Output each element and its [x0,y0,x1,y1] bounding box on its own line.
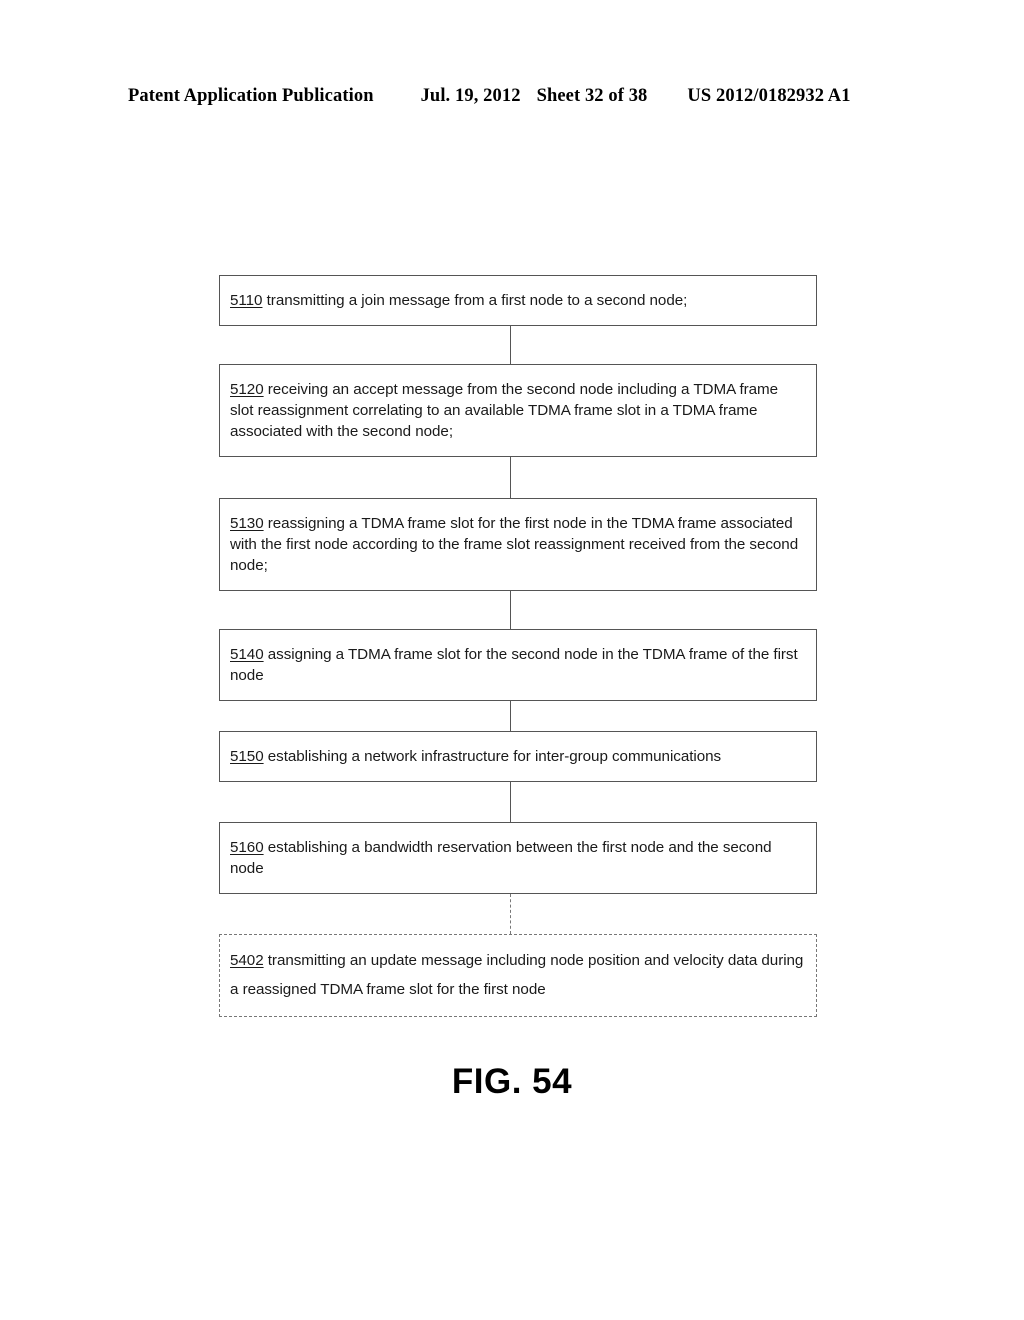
header-sheet-number: Sheet 32 of 38 [536,86,648,106]
flowchart-step-5150: 5150 establishing a network infrastructu… [219,731,817,782]
header-publication-label: Patent Application Publication [128,86,374,106]
step-reference-numeral-5120: 5120 [230,381,264,398]
step-text-5120: receiving an accept message from the sec… [230,381,779,440]
step-reference-numeral-5130: 5130 [230,515,264,532]
step-reference-numeral-5140: 5140 [230,646,264,663]
step-reference-numeral-5150: 5150 [230,748,264,765]
step-text-5150: establishing a network infrastructure fo… [263,748,722,765]
step-reference-numeral-5160: 5160 [230,839,264,856]
flowchart-fig-54: 5110 transmitting a join message from a … [219,275,817,1017]
flowchart-step-5402-optional: 5402 transmitting an update message incl… [219,934,817,1017]
flowchart-step-5130: 5130 reassigning a TDMA frame slot for t… [219,498,817,591]
page-header: Patent Application Publication Jul. 19, … [128,86,918,112]
step-text-5140: assigning a TDMA frame slot for the seco… [230,646,798,684]
step-text-5402: transmitting an update message including… [230,952,804,998]
flowchart-step-5160: 5160 establishing a bandwidth reservatio… [219,822,817,894]
flowchart-step-5140: 5140 assigning a TDMA frame slot for the… [219,629,817,701]
connector-5130-to-5140 [219,591,817,629]
flowchart-step-5120: 5120 receiving an accept message from th… [219,364,817,457]
header-publication-date: Jul. 19, 2012 [420,86,521,106]
step-text-5130: reassigning a TDMA frame slot for the fi… [230,515,799,574]
connector-5120-to-5130 [219,457,817,498]
step-text-5110: transmitting a join message from a first… [262,292,688,309]
connector-5150-to-5160 [219,782,817,822]
connector-5110-to-5120 [219,326,817,364]
flowchart-step-5110: 5110 transmitting a join message from a … [219,275,817,326]
connector-5140-to-5150 [219,701,817,731]
header-document-number: US 2012/0182932 A1 [687,86,851,106]
figure-caption: FIG. 54 [451,1062,573,1101]
step-text-5160: establishing a bandwidth reservation bet… [230,839,772,877]
step-reference-numeral-5110: 5110 [230,292,263,309]
step-reference-numeral-5402: 5402 [230,952,264,969]
connector-5160-to-5402 [219,894,817,934]
